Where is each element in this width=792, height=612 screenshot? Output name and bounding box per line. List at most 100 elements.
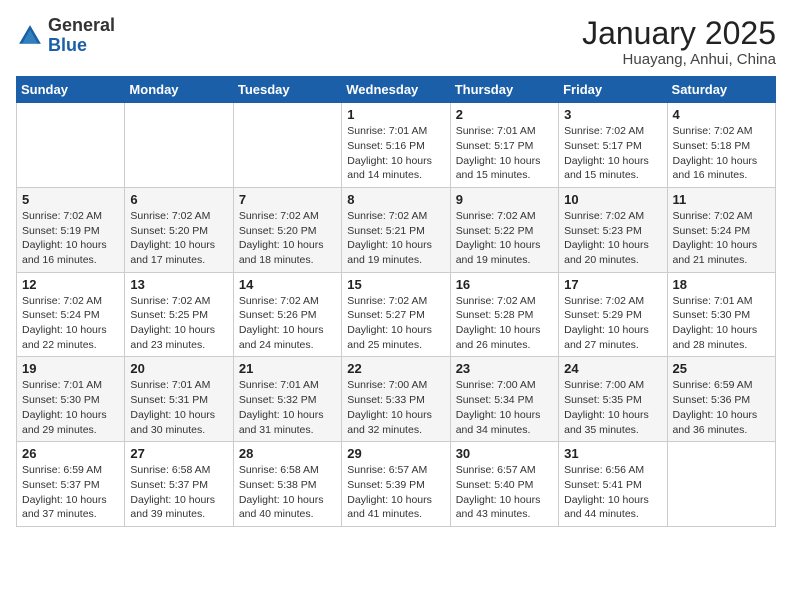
day-info: Sunrise: 7:01 AM Sunset: 5:16 PM Dayligh… — [347, 124, 444, 183]
day-number: 18 — [673, 277, 770, 292]
calendar-cell: 15Sunrise: 7:02 AM Sunset: 5:27 PM Dayli… — [342, 272, 450, 357]
title-block: January 2025 Huayang, Anhui, China — [582, 16, 776, 68]
calendar-cell — [667, 442, 775, 527]
day-number: 2 — [456, 107, 553, 122]
weekday-header-thursday: Thursday — [450, 77, 558, 103]
calendar-cell — [17, 103, 125, 188]
logo-general-text: General — [48, 15, 115, 35]
week-row-3: 12Sunrise: 7:02 AM Sunset: 5:24 PM Dayli… — [17, 272, 776, 357]
day-number: 19 — [22, 361, 119, 376]
calendar-cell: 21 Sunrise: 7:01 AM Sunset: 5:32 PM Dayli… — [233, 357, 341, 442]
calendar-cell: 6 Sunrise: 7:02 AM Sunset: 5:20 PM Daylig… — [125, 187, 233, 272]
calendar-cell: 19Sunrise: 7:01 AM Sunset: 5:30 PM Dayli… — [17, 357, 125, 442]
day-info: Sunrise: 7:02 AM Sunset: 5:23 PM Dayligh… — [564, 209, 661, 268]
calendar-cell: 1 Sunrise: 7:01 AM Sunset: 5:16 PM Daylig… — [342, 103, 450, 188]
logo: General Blue — [16, 16, 115, 56]
day-info: Sunrise: 7:02 AM Sunset: 5:20 PM Dayligh… — [239, 209, 336, 268]
day-number: 3 — [564, 107, 661, 122]
weekday-header-tuesday: Tuesday — [233, 77, 341, 103]
calendar-cell: 25 Sunrise: 6:59 AM Sunset: 5:36 PM Dayli… — [667, 357, 775, 442]
day-info: Sunrise: 7:02 AM Sunset: 5:21 PM Dayligh… — [347, 209, 444, 268]
calendar-cell: 18 Sunrise: 7:01 AM Sunset: 5:30 PM Dayli… — [667, 272, 775, 357]
day-info: Sunrise: 7:01 AM Sunset: 5:32 PM Dayligh… — [239, 378, 336, 437]
day-number: 31 — [564, 446, 661, 461]
day-number: 10 — [564, 192, 661, 207]
calendar-cell: 11 Sunrise: 7:02 AM Sunset: 5:24 PM Dayli… — [667, 187, 775, 272]
day-info: Sunrise: 7:00 AM Sunset: 5:35 PM Dayligh… — [564, 378, 661, 437]
day-info: Sunrise: 7:02 AM Sunset: 5:29 PM Dayligh… — [564, 294, 661, 353]
calendar-cell: 28Sunrise: 6:58 AM Sunset: 5:38 PM Dayli… — [233, 442, 341, 527]
week-row-2: 5Sunrise: 7:02 AM Sunset: 5:19 PM Daylig… — [17, 187, 776, 272]
day-info: Sunrise: 7:01 AM Sunset: 5:17 PM Dayligh… — [456, 124, 553, 183]
location: Huayang, Anhui, China — [582, 51, 776, 68]
calendar-cell: 29 Sunrise: 6:57 AM Sunset: 5:39 PM Dayli… — [342, 442, 450, 527]
page-header: General Blue January 2025 Huayang, Anhui… — [16, 16, 776, 68]
week-row-1: 1 Sunrise: 7:01 AM Sunset: 5:16 PM Daylig… — [17, 103, 776, 188]
weekday-header-row: SundayMondayTuesdayWednesdayThursdayFrid… — [17, 77, 776, 103]
day-number: 17 — [564, 277, 661, 292]
day-number: 30 — [456, 446, 553, 461]
calendar-cell: 14 Sunrise: 7:02 AM Sunset: 5:26 PM Dayli… — [233, 272, 341, 357]
calendar-cell — [233, 103, 341, 188]
calendar-cell: 12Sunrise: 7:02 AM Sunset: 5:24 PM Dayli… — [17, 272, 125, 357]
day-number: 24 — [564, 361, 661, 376]
day-info: Sunrise: 7:02 AM Sunset: 5:22 PM Dayligh… — [456, 209, 553, 268]
day-number: 26 — [22, 446, 119, 461]
day-info: Sunrise: 6:58 AM Sunset: 5:37 PM Dayligh… — [130, 463, 227, 522]
day-info: Sunrise: 7:00 AM Sunset: 5:33 PM Dayligh… — [347, 378, 444, 437]
day-info: Sunrise: 6:59 AM Sunset: 5:37 PM Dayligh… — [22, 463, 119, 522]
day-number: 8 — [347, 192, 444, 207]
day-info: Sunrise: 7:02 AM Sunset: 5:24 PM Dayligh… — [22, 294, 119, 353]
calendar-cell: 4Sunrise: 7:02 AM Sunset: 5:18 PM Daylig… — [667, 103, 775, 188]
day-info: Sunrise: 6:59 AM Sunset: 5:36 PM Dayligh… — [673, 378, 770, 437]
day-info: Sunrise: 7:02 AM Sunset: 5:26 PM Dayligh… — [239, 294, 336, 353]
day-info: Sunrise: 7:02 AM Sunset: 5:18 PM Dayligh… — [673, 124, 770, 183]
week-row-4: 19Sunrise: 7:01 AM Sunset: 5:30 PM Dayli… — [17, 357, 776, 442]
day-info: Sunrise: 7:02 AM Sunset: 5:20 PM Dayligh… — [130, 209, 227, 268]
calendar-cell: 22 Sunrise: 7:00 AM Sunset: 5:33 PM Dayli… — [342, 357, 450, 442]
week-row-5: 26 Sunrise: 6:59 AM Sunset: 5:37 PM Dayli… — [17, 442, 776, 527]
day-number: 14 — [239, 277, 336, 292]
day-number: 20 — [130, 361, 227, 376]
calendar-cell: 2 Sunrise: 7:01 AM Sunset: 5:17 PM Daylig… — [450, 103, 558, 188]
day-number: 15 — [347, 277, 444, 292]
calendar-cell: 27 Sunrise: 6:58 AM Sunset: 5:37 PM Dayli… — [125, 442, 233, 527]
calendar-cell: 20 Sunrise: 7:01 AM Sunset: 5:31 PM Dayli… — [125, 357, 233, 442]
day-number: 6 — [130, 192, 227, 207]
calendar-cell: 7 Sunrise: 7:02 AM Sunset: 5:20 PM Daylig… — [233, 187, 341, 272]
day-number: 27 — [130, 446, 227, 461]
calendar-cell: 8 Sunrise: 7:02 AM Sunset: 5:21 PM Daylig… — [342, 187, 450, 272]
calendar-cell: 23 Sunrise: 7:00 AM Sunset: 5:34 PM Dayli… — [450, 357, 558, 442]
day-number: 29 — [347, 446, 444, 461]
day-info: Sunrise: 6:58 AM Sunset: 5:38 PM Dayligh… — [239, 463, 336, 522]
day-number: 16 — [456, 277, 553, 292]
calendar-cell: 24 Sunrise: 7:00 AM Sunset: 5:35 PM Dayli… — [559, 357, 667, 442]
calendar-cell: 31Sunrise: 6:56 AM Sunset: 5:41 PM Dayli… — [559, 442, 667, 527]
day-number: 9 — [456, 192, 553, 207]
day-number: 23 — [456, 361, 553, 376]
day-info: Sunrise: 7:00 AM Sunset: 5:34 PM Dayligh… — [456, 378, 553, 437]
calendar-cell: 26 Sunrise: 6:59 AM Sunset: 5:37 PM Dayli… — [17, 442, 125, 527]
day-info: Sunrise: 7:02 AM Sunset: 5:19 PM Dayligh… — [22, 209, 119, 268]
logo-icon — [16, 22, 44, 50]
day-number: 25 — [673, 361, 770, 376]
day-info: Sunrise: 7:01 AM Sunset: 5:31 PM Dayligh… — [130, 378, 227, 437]
day-number: 1 — [347, 107, 444, 122]
day-number: 11 — [673, 192, 770, 207]
calendar-cell — [125, 103, 233, 188]
calendar-cell: 13Sunrise: 7:02 AM Sunset: 5:25 PM Dayli… — [125, 272, 233, 357]
calendar-cell: 10 Sunrise: 7:02 AM Sunset: 5:23 PM Dayli… — [559, 187, 667, 272]
weekday-header-monday: Monday — [125, 77, 233, 103]
day-info: Sunrise: 7:01 AM Sunset: 5:30 PM Dayligh… — [673, 294, 770, 353]
day-info: Sunrise: 7:02 AM Sunset: 5:24 PM Dayligh… — [673, 209, 770, 268]
day-info: Sunrise: 7:02 AM Sunset: 5:25 PM Dayligh… — [130, 294, 227, 353]
day-info: Sunrise: 6:57 AM Sunset: 5:39 PM Dayligh… — [347, 463, 444, 522]
day-info: Sunrise: 7:02 AM Sunset: 5:17 PM Dayligh… — [564, 124, 661, 183]
day-info: Sunrise: 6:57 AM Sunset: 5:40 PM Dayligh… — [456, 463, 553, 522]
calendar-cell: 3 Sunrise: 7:02 AM Sunset: 5:17 PM Daylig… — [559, 103, 667, 188]
day-number: 22 — [347, 361, 444, 376]
day-number: 7 — [239, 192, 336, 207]
weekday-header-wednesday: Wednesday — [342, 77, 450, 103]
day-number: 21 — [239, 361, 336, 376]
calendar-cell: 17 Sunrise: 7:02 AM Sunset: 5:29 PM Dayli… — [559, 272, 667, 357]
